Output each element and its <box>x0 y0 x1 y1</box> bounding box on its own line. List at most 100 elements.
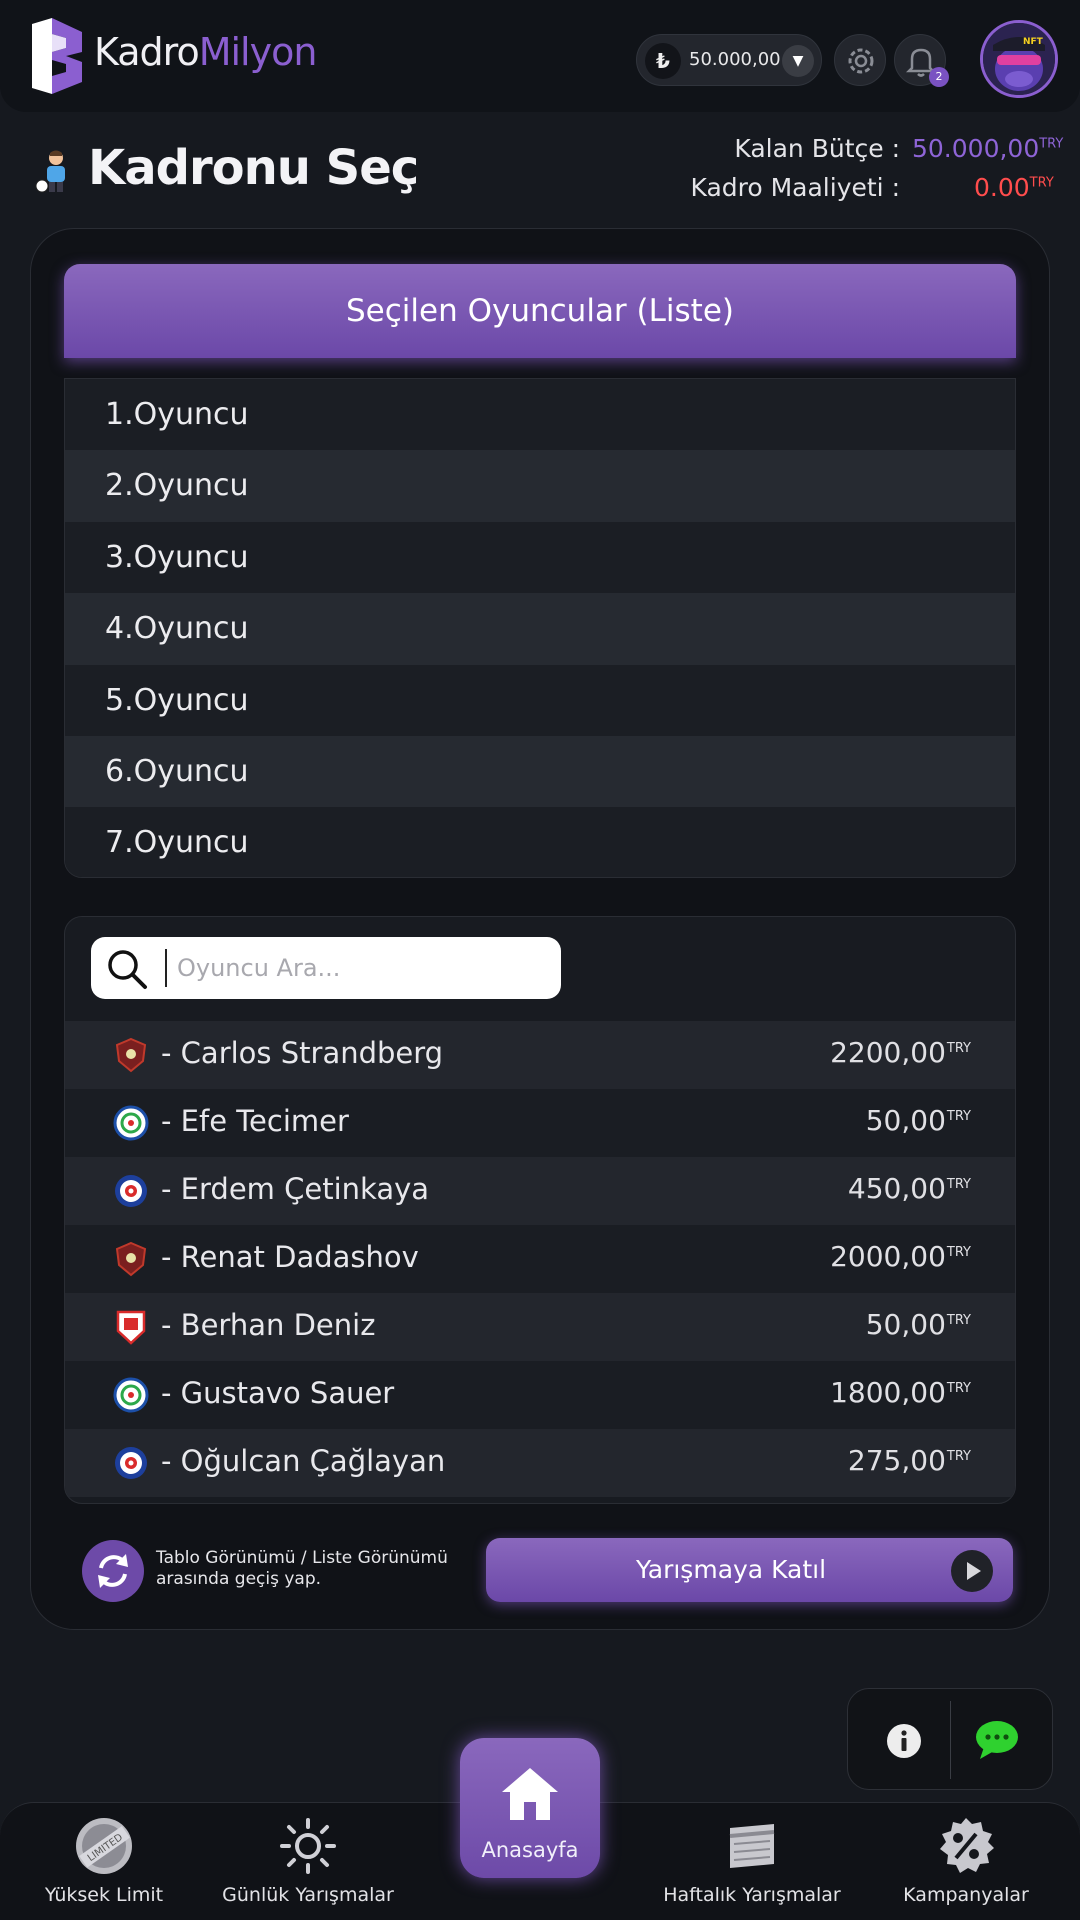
player-row[interactable]: - Renat Dadashov 2000,00TRY <box>65 1225 1015 1293</box>
remaining-budget-value: 50.000,00TRY <box>912 134 1063 163</box>
player-price: 1800,00TRY <box>830 1376 971 1409</box>
player-slot-5[interactable]: 5.Oyuncu <box>65 664 1015 736</box>
selected-players-header: Seçilen Oyuncular (Liste) <box>64 264 1016 358</box>
nav-label-daily-contests: Günlük Yarışmalar <box>222 1884 394 1906</box>
player-name: - Berhan Deniz <box>161 1308 376 1342</box>
lira-icon: ₺ <box>645 43 681 79</box>
player-slot-1[interactable]: 1.Oyuncu <box>65 379 1015 451</box>
player-price-amount: 2000,00 <box>830 1240 946 1273</box>
notification-count-badge: 2 <box>929 67 949 87</box>
nav-label-home: Anasayfa <box>481 1838 579 1862</box>
player-price: 50,00TRY <box>866 1104 971 1137</box>
nav-item-high-limit[interactable]: LIMITED Yüksek Limit <box>44 1814 164 1906</box>
squad-cost-amount: 0.00 <box>974 173 1030 202</box>
search-box[interactable] <box>91 937 561 999</box>
play-icon <box>951 1550 993 1592</box>
brand-name: KadroMilyon <box>94 30 317 74</box>
view-toggle-button[interactable] <box>82 1540 144 1602</box>
player-pool-card: - Carlos Strandberg 2200,00TRY - Efe Tec… <box>64 916 1016 1504</box>
currency-unit: TRY <box>946 1176 971 1192</box>
chevron-down-icon[interactable]: ▼ <box>782 45 814 77</box>
calendar-icon <box>729 1824 775 1868</box>
player-name: - Oğulcan Çağlayan <box>161 1444 446 1478</box>
player-price-amount: 275,00 <box>847 1444 946 1477</box>
discount-badge-icon <box>940 1818 994 1873</box>
brand-part-kadro: Kadro <box>94 30 200 74</box>
player-name: - Gustavo Sauer <box>161 1376 395 1410</box>
avatar[interactable]: NFT <box>980 20 1058 98</box>
home-icon <box>502 1768 558 1820</box>
player-slot-4[interactable]: 4.Oyuncu <box>65 593 1015 665</box>
player-price-amount: 2200,00 <box>830 1036 946 1069</box>
nav-item-weekly-contests[interactable]: Haftalık Yarışmalar <box>662 1814 842 1906</box>
gear-icon <box>848 48 874 74</box>
nav-label-weekly-contests: Haftalık Yarışmalar <box>663 1884 841 1906</box>
join-contest-button[interactable]: Yarışmaya Katıl <box>486 1538 1013 1602</box>
nav-label-campaigns: Kampanyalar <box>903 1884 1029 1906</box>
nav-label-high-limit: Yüksek Limit <box>44 1884 164 1906</box>
view-toggle-hint: Tablo Görünümü / Liste Görünümü arasında… <box>156 1548 448 1589</box>
join-contest-label: Yarışmaya Katıl <box>635 1555 827 1584</box>
currency-unit: TRY <box>1029 175 1054 191</box>
player-price: 50,00TRY <box>866 1308 971 1341</box>
info-icon[interactable] <box>886 1723 922 1759</box>
chat-icon[interactable] <box>974 1719 1020 1761</box>
sun-icon <box>280 1818 336 1874</box>
player-slot-2[interactable]: 2.Oyuncu <box>65 450 1015 522</box>
player-slot-6[interactable]: 6.Oyuncu <box>65 735 1015 808</box>
notifications-button[interactable]: 2 <box>894 34 949 87</box>
settings-button[interactable] <box>834 34 886 86</box>
squad-cost-label: Kadro Maaliyeti : <box>690 173 900 202</box>
avatar-cap-text: NFT <box>1023 37 1044 47</box>
player-price: 2000,00TRY <box>830 1240 971 1273</box>
player-slot-7[interactable]: 7.Oyuncu <box>65 807 1015 877</box>
currency-unit: TRY <box>1039 136 1064 152</box>
currency-unit: TRY <box>946 1040 971 1056</box>
play-triangle-icon <box>967 1562 981 1580</box>
currency-unit: TRY <box>946 1108 971 1124</box>
player-pool-list: - Carlos Strandberg 2200,00TRY - Efe Tec… <box>65 1021 1015 1497</box>
player-name: - Renat Dadashov <box>161 1240 419 1274</box>
kasimpasa-badge-icon <box>115 1447 147 1479</box>
player-price-amount: 450,00 <box>847 1172 946 1205</box>
page-title: Kadronu Seç <box>88 140 419 196</box>
remaining-budget-amount: 50.000,00 <box>912 134 1040 163</box>
player-price: 275,00TRY <box>848 1444 971 1477</box>
player-row[interactable]: - Berhan Deniz 50,00TRY <box>65 1293 1015 1361</box>
nav-item-campaigns[interactable]: Kampanyalar <box>896 1814 1036 1906</box>
limited-badge-icon: LIMITED <box>76 1818 132 1874</box>
rizespor-badge-icon <box>113 1377 149 1413</box>
remaining-budget-label: Kalan Bütçe : <box>734 134 900 163</box>
currency-unit: TRY <box>946 1244 971 1260</box>
wallet-balance[interactable]: ₺ 50.000,00 ▼ <box>636 34 822 86</box>
player-row[interactable]: - Efe Tecimer 50,00TRY <box>65 1089 1015 1157</box>
player-name: - Erdem Çetinkaya <box>161 1172 430 1206</box>
player-slot-3[interactable]: 3.Oyuncu <box>65 521 1015 594</box>
player-search-input[interactable] <box>175 947 545 989</box>
player-price: 2200,00TRY <box>830 1036 971 1069</box>
nav-item-daily-contests[interactable]: Günlük Yarışmalar <box>220 1814 396 1906</box>
balance-amount: 50.000,00 <box>689 49 781 70</box>
player-row[interactable]: - Oğulcan Çağlayan 275,00TRY <box>65 1429 1015 1497</box>
search-icon <box>108 950 147 989</box>
player-figure-icon <box>35 150 65 193</box>
player-price-amount: 50,00 <box>865 1308 946 1341</box>
player-price-amount: 1800,00 <box>830 1376 946 1409</box>
hatayspor-badge-icon <box>115 1241 147 1277</box>
samsunspor-badge-icon <box>116 1310 146 1345</box>
nav-item-home[interactable]: Anasayfa <box>460 1738 600 1878</box>
player-price: 450,00TRY <box>848 1172 971 1205</box>
player-price-amount: 50,00 <box>865 1104 946 1137</box>
player-name: - Efe Tecimer <box>161 1104 349 1138</box>
squad-cost-value: 0.00TRY <box>974 173 1054 202</box>
help-divider <box>950 1701 951 1779</box>
rizespor-badge-icon <box>113 1105 149 1141</box>
player-row[interactable]: - Gustavo Sauer 1800,00TRY <box>65 1361 1015 1429</box>
kadromilyon-logo-icon[interactable] <box>30 18 86 94</box>
player-row[interactable]: - Erdem Çetinkaya 450,00TRY <box>65 1157 1015 1225</box>
player-name: - Carlos Strandberg <box>161 1036 444 1070</box>
player-row[interactable]: - Carlos Strandberg 2200,00TRY <box>65 1021 1015 1089</box>
kasimpasa-badge-icon <box>115 1175 147 1207</box>
text-caret <box>165 949 167 987</box>
help-widget <box>847 1688 1053 1790</box>
